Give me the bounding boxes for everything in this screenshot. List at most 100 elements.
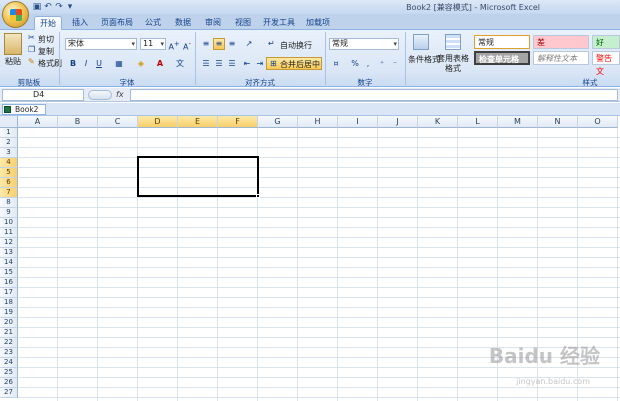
tab-home[interactable]: 开始 — [34, 16, 62, 30]
row-header[interactable]: 22 — [0, 338, 18, 348]
row-header[interactable]: 7 — [0, 188, 18, 198]
tab-developer[interactable]: 开发工具 — [260, 16, 298, 30]
align-bottom-icon[interactable]: ≡ — [226, 38, 238, 50]
row-header[interactable]: 12 — [0, 238, 18, 248]
fill-handle[interactable] — [256, 194, 260, 198]
row-header[interactable]: 27 — [0, 388, 18, 398]
row-header[interactable]: 21 — [0, 328, 18, 338]
column-header[interactable]: L — [458, 116, 498, 128]
style-explanatory[interactable]: 解释性文本 — [533, 51, 589, 65]
row-header[interactable]: 25 — [0, 368, 18, 378]
tab-insert[interactable]: 插入 — [66, 16, 94, 30]
select-all-corner[interactable] — [0, 116, 18, 128]
paste-button[interactable]: 粘贴 — [5, 56, 21, 67]
column-header[interactable]: C — [98, 116, 138, 128]
row-header[interactable]: 17 — [0, 288, 18, 298]
row-header[interactable]: 1 — [0, 128, 18, 138]
name-box-splitter[interactable] — [88, 90, 112, 100]
column-header[interactable]: A — [18, 116, 58, 128]
number-format-combo[interactable]: 常规 — [329, 38, 399, 50]
increase-indent-icon[interactable]: ⇥ — [254, 58, 266, 70]
currency-icon[interactable]: ¤ — [330, 58, 342, 70]
table-format-button[interactable]: 套用表格格式 — [437, 54, 469, 74]
align-center-icon[interactable]: ☰ — [213, 58, 225, 70]
row-header[interactable]: 5 — [0, 168, 18, 178]
undo-icon[interactable]: ↶ — [43, 2, 53, 12]
tab-data[interactable]: 数据 — [170, 16, 196, 30]
italic-button[interactable]: I — [80, 58, 92, 70]
style-warning[interactable]: 警告文 — [592, 51, 620, 76]
orientation-icon[interactable]: ↗ — [243, 38, 255, 50]
column-header[interactable]: J — [378, 116, 418, 128]
insert-function-icon[interactable]: fx — [116, 89, 128, 101]
row-header[interactable]: 20 — [0, 318, 18, 328]
column-header[interactable]: K — [418, 116, 458, 128]
tab-view[interactable]: 视图 — [230, 16, 256, 30]
tab-review[interactable]: 审阅 — [200, 16, 226, 30]
row-header[interactable]: 18 — [0, 298, 18, 308]
cut-button[interactable]: 剪切 — [38, 34, 54, 45]
style-bad[interactable]: 差 — [533, 35, 589, 49]
borders-icon[interactable]: ▦ — [113, 58, 125, 70]
bold-button[interactable]: B — [67, 58, 79, 70]
tab-addins[interactable]: 加载项 — [302, 16, 334, 30]
shrink-font-icon[interactable]: A- — [181, 38, 193, 52]
column-header[interactable]: N — [538, 116, 578, 128]
style-good[interactable]: 好 — [592, 35, 620, 49]
copy-button[interactable]: 复制 — [38, 46, 54, 57]
underline-button[interactable]: U — [93, 58, 105, 70]
align-left-icon[interactable]: ☰ — [200, 58, 212, 70]
row-header[interactable]: 13 — [0, 248, 18, 258]
font-color-icon[interactable]: A — [154, 58, 166, 70]
column-header[interactable]: O — [578, 116, 618, 128]
column-header[interactable]: B — [58, 116, 98, 128]
column-header[interactable]: H — [298, 116, 338, 128]
phonetic-icon[interactable]: 文 — [174, 58, 186, 70]
font-size-combo[interactable]: 11 — [140, 38, 166, 50]
align-right-icon[interactable]: ☰ — [226, 58, 238, 70]
paste-icon[interactable] — [4, 33, 22, 55]
row-header[interactable]: 26 — [0, 378, 18, 388]
tab-formulas[interactable]: 公式 — [140, 16, 166, 30]
font-name-combo[interactable]: 宋体 — [65, 38, 137, 50]
row-header[interactable]: 2 — [0, 138, 18, 148]
column-header[interactable]: F — [218, 116, 258, 128]
row-header[interactable]: 10 — [0, 218, 18, 228]
row-header[interactable]: 4 — [0, 158, 18, 168]
comma-button[interactable]: , — [362, 58, 374, 70]
row-header[interactable]: 24 — [0, 358, 18, 368]
row-header[interactable]: 11 — [0, 228, 18, 238]
grow-font-icon[interactable]: A+ — [168, 38, 180, 52]
column-header[interactable]: M — [498, 116, 538, 128]
column-header[interactable]: G — [258, 116, 298, 128]
row-header[interactable]: 19 — [0, 308, 18, 318]
fill-color-icon[interactable]: ◈ — [135, 58, 147, 70]
align-middle-icon[interactable]: ≡ — [213, 38, 225, 50]
decrease-decimal-icon[interactable]: ⁻ — [389, 58, 401, 70]
row-header[interactable]: 14 — [0, 258, 18, 268]
customize-quick-access-icon[interactable]: ▾ — [65, 2, 75, 12]
column-header[interactable]: I — [338, 116, 378, 128]
conditional-format-button[interactable]: 条件格式 — [408, 54, 440, 65]
table-format-icon[interactable] — [445, 34, 461, 50]
tab-page-layout[interactable]: 页面布局 — [98, 16, 136, 30]
align-top-icon[interactable]: ≡ — [200, 38, 212, 50]
increase-decimal-icon[interactable]: ⁺ — [376, 58, 388, 70]
save-icon[interactable]: ▣ — [32, 2, 42, 12]
row-header[interactable]: 23 — [0, 348, 18, 358]
formula-input[interactable] — [130, 89, 618, 101]
conditional-format-icon[interactable] — [413, 34, 429, 50]
style-normal[interactable]: 常规 — [474, 35, 530, 49]
row-header[interactable]: 8 — [0, 198, 18, 208]
column-header[interactable]: D — [138, 116, 178, 128]
merge-center-button[interactable]: 合并后居中 — [280, 59, 320, 70]
style-check-cell[interactable]: 检查单元格 — [474, 51, 530, 65]
row-header[interactable]: 6 — [0, 178, 18, 188]
name-box[interactable]: D4 — [2, 89, 84, 101]
row-header[interactable]: 3 — [0, 148, 18, 158]
wrap-text-button[interactable]: 自动换行 — [280, 40, 312, 51]
redo-icon[interactable]: ↷ — [54, 2, 64, 12]
column-header[interactable]: E — [178, 116, 218, 128]
selected-range[interactable] — [137, 156, 259, 197]
row-header[interactable]: 9 — [0, 208, 18, 218]
